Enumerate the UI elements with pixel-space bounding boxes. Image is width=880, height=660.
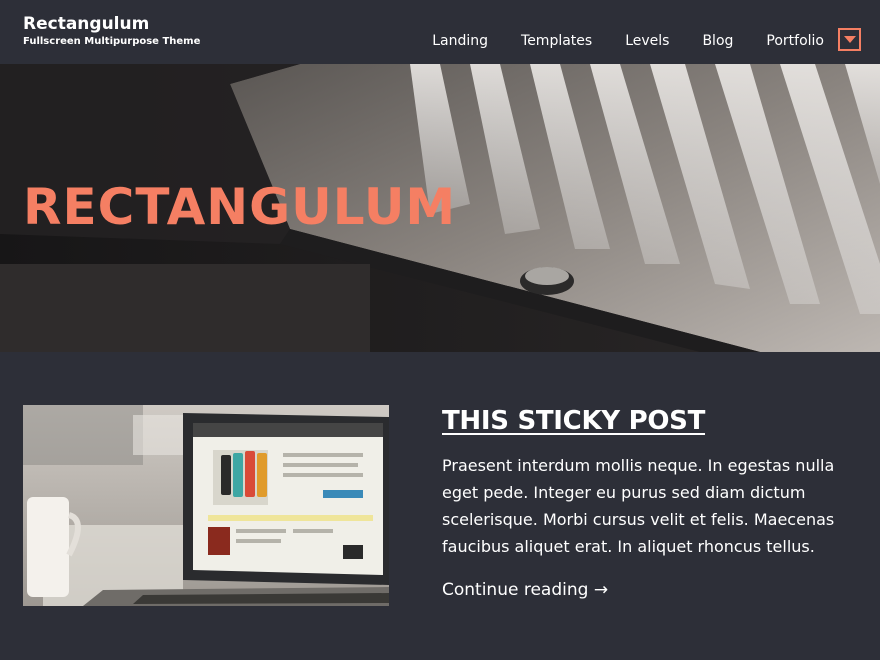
site-tagline: Fullscreen Multipurpose Theme (23, 36, 201, 47)
menu-toggle-button[interactable] (838, 28, 861, 51)
site-header: Rectangulum Fullscreen Multipurpose Them… (0, 0, 880, 64)
nav-item-templates[interactable]: Templates (521, 32, 592, 50)
laptop-image (23, 405, 389, 606)
hero-banner: RECTANGULUM (0, 64, 880, 352)
post-title-link[interactable]: THIS STICKY POST (442, 404, 705, 438)
main-navigation: Landing Templates Levels Blog Portfolio (432, 32, 824, 50)
sticky-post: THIS STICKY POST Praesent interdum molli… (0, 352, 880, 660)
post-thumbnail-link[interactable] (23, 405, 389, 606)
nav-item-landing[interactable]: Landing (432, 32, 488, 50)
nav-item-portfolio[interactable]: Portfolio (766, 32, 824, 50)
continue-reading-link[interactable]: Continue reading → (442, 579, 608, 601)
post-excerpt: Praesent interdum mollis neque. In egest… (442, 456, 835, 556)
site-title-link[interactable]: Rectangulum (23, 14, 200, 34)
hero-title: RECTANGULUM (23, 178, 457, 236)
nav-item-levels[interactable]: Levels (625, 32, 669, 50)
caret-down-icon (844, 36, 856, 43)
branding: Rectangulum Fullscreen Multipurpose Them… (23, 14, 200, 48)
nav-item-blog[interactable]: Blog (702, 32, 733, 50)
